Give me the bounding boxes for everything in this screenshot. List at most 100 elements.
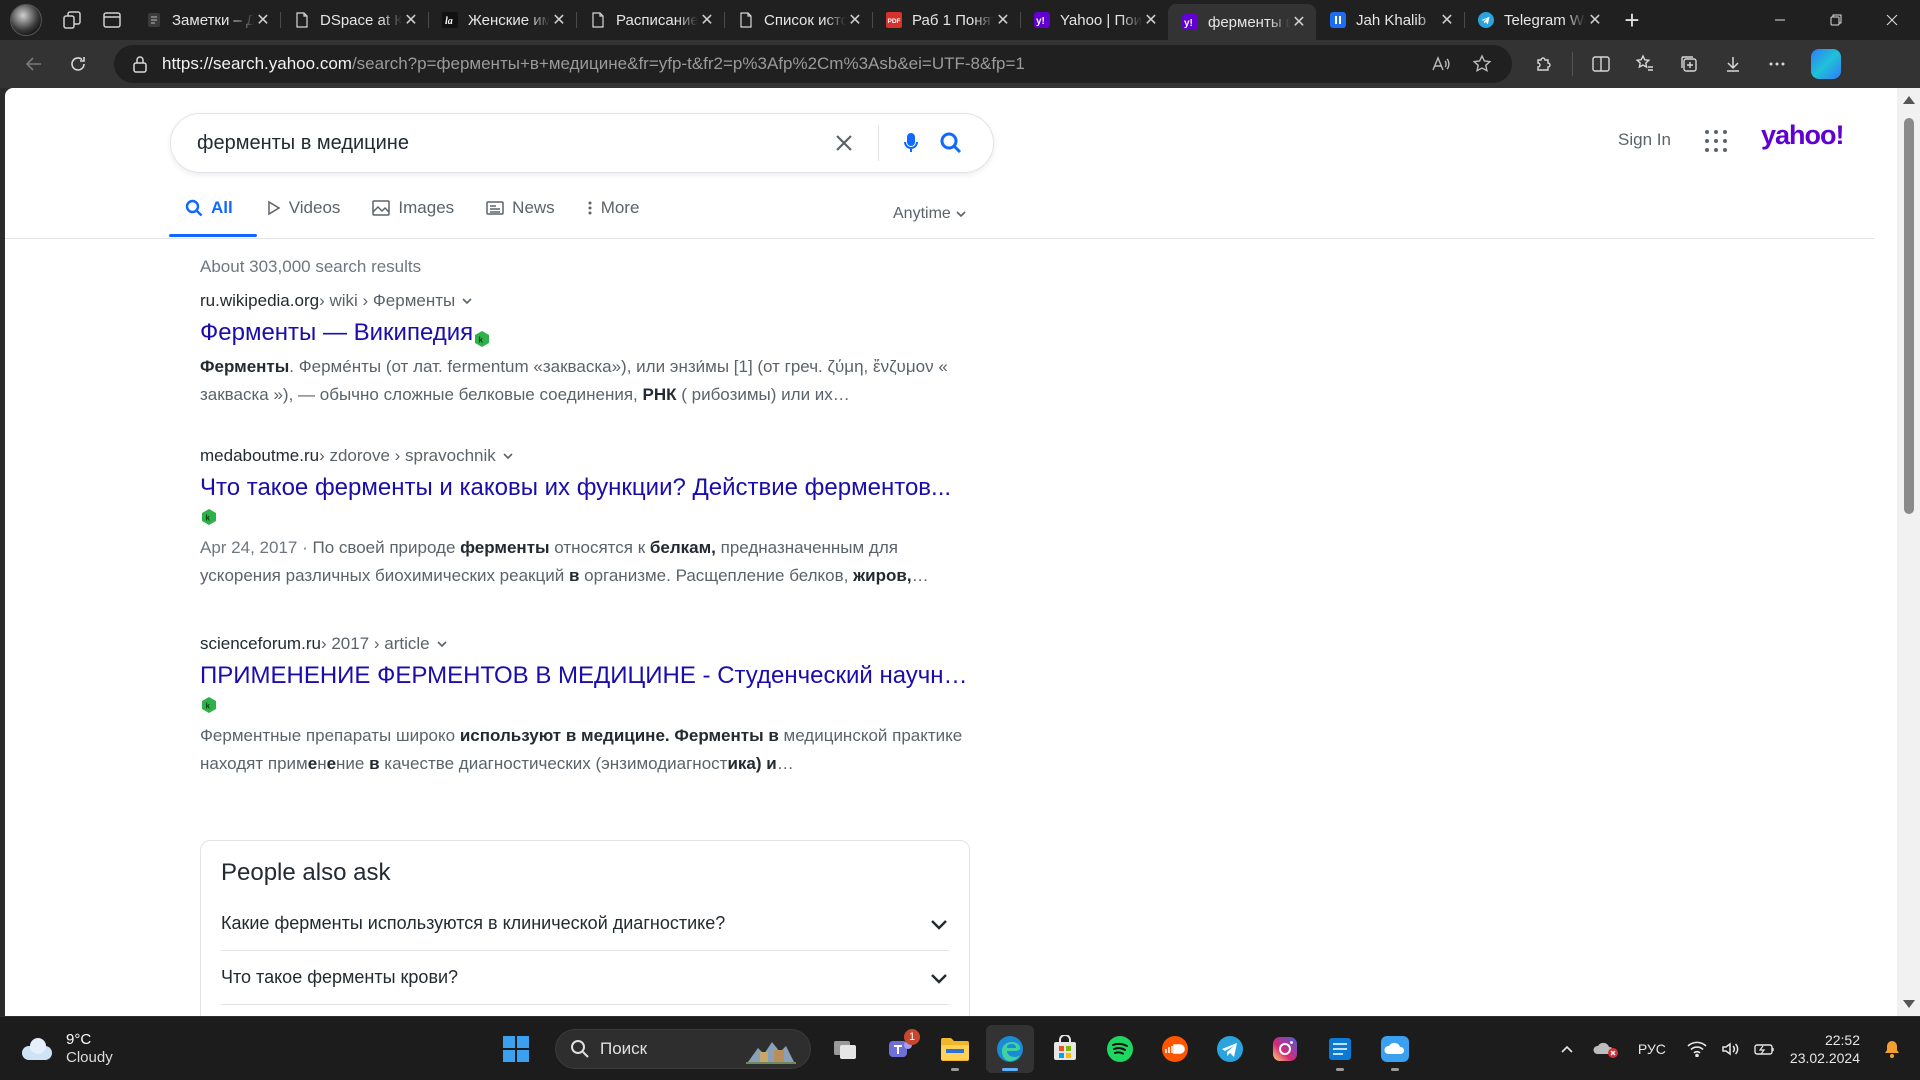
tab-close-button[interactable]: ✕ <box>698 10 716 30</box>
show-hidden-icons-button[interactable] <box>1550 1042 1584 1056</box>
voice-search-button[interactable] <box>891 121 931 165</box>
tab-videos[interactable]: Videos <box>265 192 340 224</box>
result-title: Ферменты — Википедия <box>200 319 474 346</box>
browser-tab[interactable]: PDF Раб 1 Понятие✕ <box>872 4 1020 36</box>
result-title-link[interactable]: Ферменты — Википедия k <box>200 317 970 349</box>
clock[interactable]: 22:52 23.02.2024 <box>1790 1031 1860 1067</box>
tab-close-button[interactable]: ✕ <box>994 10 1012 30</box>
search-button[interactable] <box>931 121 971 165</box>
restore-button[interactable] <box>1808 0 1864 40</box>
tab-close-button[interactable]: ✕ <box>402 10 420 30</box>
tab-close-button[interactable]: ✕ <box>1290 12 1308 32</box>
clear-search-button[interactable] <box>822 121 866 165</box>
scroll-up-arrow-icon[interactable] <box>1903 96 1915 104</box>
minimize-button[interactable] <box>1752 0 1808 40</box>
input-language[interactable]: РУС <box>1638 1041 1666 1057</box>
browser-tab[interactable]: Jah Khalib ✕ <box>1316 4 1464 36</box>
favorites-button[interactable] <box>1623 44 1667 84</box>
browser-tab[interactable]: Расписание ✕ <box>576 4 724 36</box>
tab-close-button[interactable]: ✕ <box>550 10 568 30</box>
browser-tab[interactable]: DSpace at КГУ✕ <box>280 4 428 36</box>
workspaces-button[interactable] <box>52 0 92 40</box>
address-bar[interactable]: https://search.yahoo.com/search?p=фермен… <box>114 45 1512 83</box>
result-snippet: Ферменты. Фермéнты (от лат. fermentum «з… <box>200 353 970 409</box>
favorite-button[interactable] <box>1464 54 1500 74</box>
avatar <box>10 4 42 36</box>
onedrive-status-button[interactable] <box>1584 1039 1628 1059</box>
anytime-filter[interactable]: Anytime <box>893 205 967 223</box>
read-aloud-button[interactable] <box>1422 54 1458 74</box>
profile-button[interactable] <box>0 0 52 40</box>
chevron-down-icon[interactable] <box>461 295 473 307</box>
new-tab-button[interactable]: + <box>1612 0 1652 40</box>
settings-menu-button[interactable] <box>1755 44 1799 84</box>
weather-widget[interactable]: 9°C Cloudy <box>20 1031 113 1067</box>
tab-more[interactable]: More <box>587 192 639 224</box>
search-input[interactable]: ферменты в медицине <box>197 132 822 155</box>
task-view-button[interactable] <box>821 1025 869 1073</box>
scrollbar-thumb[interactable] <box>1904 118 1914 514</box>
paa-question[interactable]: Какие ферменты используются в клиническо… <box>221 897 949 951</box>
tab-actions-button[interactable] <box>92 0 132 40</box>
telegram-button[interactable] <box>1206 1025 1254 1073</box>
tab-all[interactable]: All <box>169 192 257 237</box>
soundcloud-button[interactable] <box>1151 1025 1199 1073</box>
browser-tab[interactable]: y! ферменты в медицине✕ <box>1168 4 1316 40</box>
battery-button[interactable] <box>1748 1041 1782 1057</box>
tab-close-button[interactable]: ✕ <box>846 10 864 30</box>
tab-close-button[interactable]: ✕ <box>254 10 272 30</box>
volume-button[interactable] <box>1714 1041 1748 1057</box>
tab-news[interactable]: News <box>486 192 555 224</box>
scroll-down-arrow-icon[interactable] <box>1903 1000 1915 1008</box>
network-button[interactable] <box>1680 1041 1714 1057</box>
sign-in-link[interactable]: Sign In <box>1618 130 1671 150</box>
chevron-down-icon[interactable] <box>929 914 949 934</box>
chevron-down-icon[interactable] <box>436 638 448 650</box>
result-url[interactable]: scienceforum.ru › 2017 › article <box>200 634 970 654</box>
apps-grid-button[interactable] <box>1705 130 1727 152</box>
search-highlight-icon <box>746 1042 796 1064</box>
instagram-button[interactable] <box>1261 1025 1309 1073</box>
result-title-link[interactable]: Что такое ферменты и каковы их функции? … <box>200 472 970 504</box>
browser-tab[interactable]: la Женские имена✕ <box>428 4 576 36</box>
taskbar-search[interactable]: Поиск <box>555 1029 811 1069</box>
browser-tab[interactable]: y! Yahoo | Поиск✕ <box>1020 4 1168 36</box>
result-url[interactable]: medaboutme.ru › zdorove › spravochnik <box>200 446 970 466</box>
collections-button[interactable] <box>1667 44 1711 84</box>
copilot-button[interactable] <box>1811 49 1841 79</box>
store-button[interactable] <box>1041 1025 1089 1073</box>
paa-question[interactable]: Что такое ферменты крови? <box>221 951 949 1005</box>
back-button[interactable] <box>12 44 56 84</box>
search-box[interactable]: ферменты в медицине <box>170 113 994 173</box>
icloud-button[interactable] <box>1371 1025 1419 1073</box>
refresh-button[interactable] <box>56 44 100 84</box>
file-explorer-button[interactable] <box>931 1025 979 1073</box>
tab-images[interactable]: Images <box>372 192 454 224</box>
browser-tab[interactable]: Telegram Web✕ <box>1464 4 1612 36</box>
browser-tab[interactable]: Заметки – Дисер✕ <box>132 4 280 36</box>
svg-text:k: k <box>206 514 211 523</box>
search-result: medaboutme.ru › zdorove › spravochnik Что… <box>200 446 970 590</box>
chevron-down-icon[interactable] <box>929 968 949 988</box>
result-title-link[interactable]: ПРИМЕНЕНИЕ ФЕРМЕНТОВ В МЕДИЦИНЕ - Студен… <box>200 660 970 692</box>
page-scrollbar[interactable] <box>1897 88 1920 1016</box>
start-button[interactable] <box>492 1025 540 1073</box>
extensions-button[interactable] <box>1522 44 1566 84</box>
tab-close-button[interactable]: ✕ <box>1586 10 1604 30</box>
edge-button[interactable] <box>986 1025 1034 1073</box>
browser-tab[interactable]: Список источников✕ <box>724 4 872 36</box>
notes-app-button[interactable] <box>1316 1025 1364 1073</box>
result-url[interactable]: ru.wikipedia.org › wiki › Ферменты <box>200 291 970 311</box>
url-text[interactable]: https://search.yahoo.com/search?p=фермен… <box>162 54 1422 74</box>
spotify-button[interactable] <box>1096 1025 1144 1073</box>
tab-close-button[interactable]: ✕ <box>1142 10 1160 30</box>
close-window-button[interactable] <box>1864 0 1920 40</box>
downloads-button[interactable] <box>1711 44 1755 84</box>
teams-button[interactable]: 1 <box>876 1025 924 1073</box>
notifications-button[interactable] <box>1874 1039 1910 1059</box>
tab-close-button[interactable]: ✕ <box>1438 10 1456 30</box>
chevron-down-icon[interactable] <box>502 450 514 462</box>
weather-description: Cloudy <box>66 1049 113 1066</box>
yahoo-logo[interactable]: yahoo! <box>1761 120 1845 151</box>
split-screen-button[interactable] <box>1579 44 1623 84</box>
